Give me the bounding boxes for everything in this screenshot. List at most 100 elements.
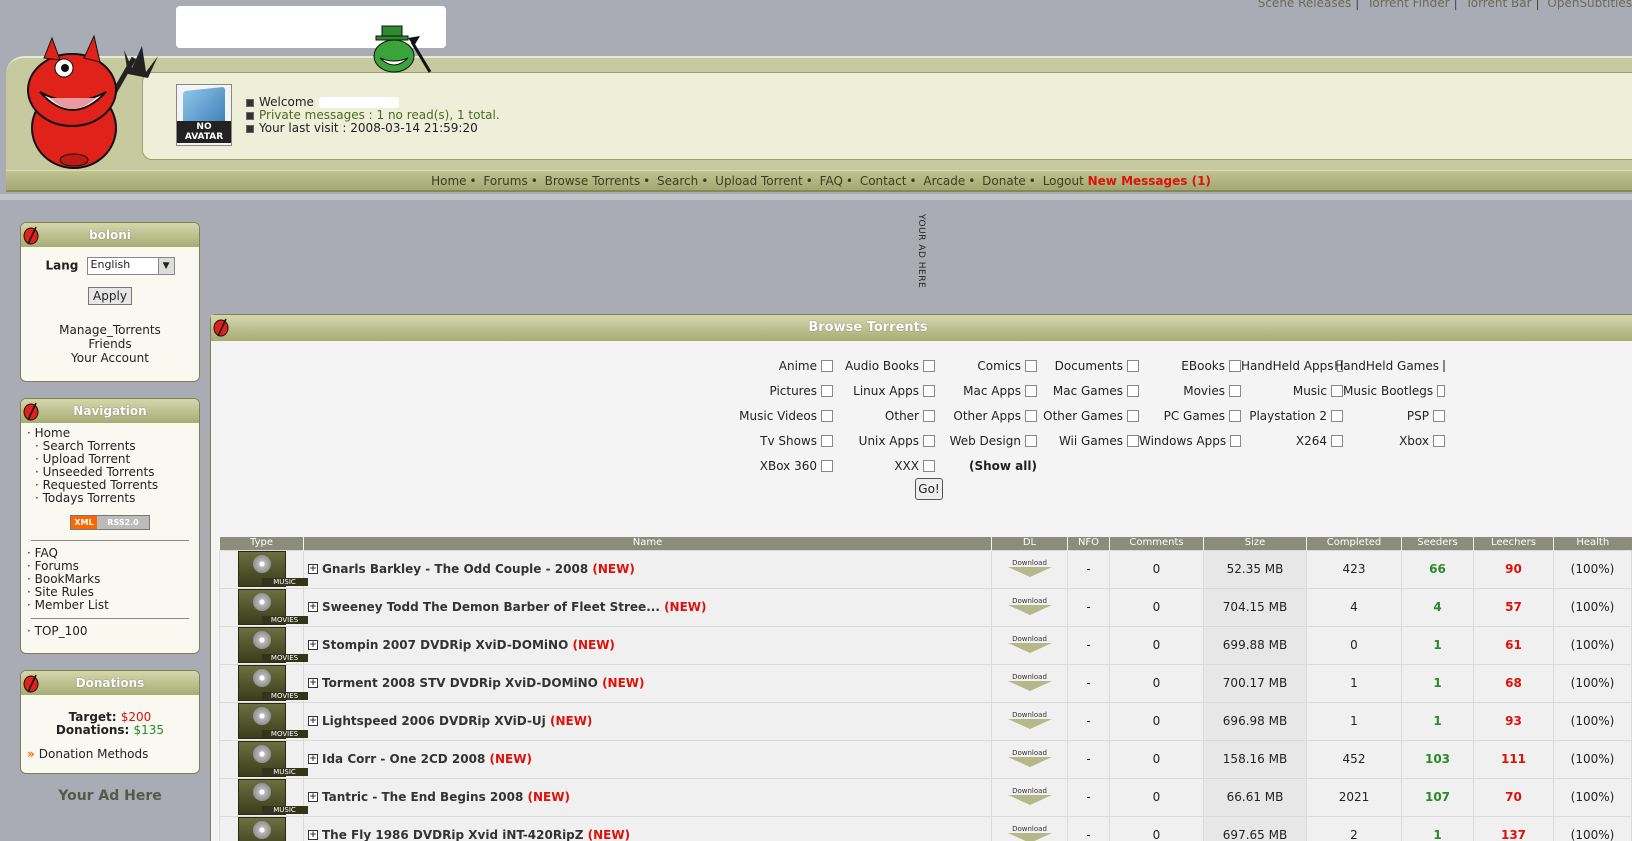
chevron-down-icon[interactable]: ▼	[157, 258, 174, 274]
show-all-link[interactable]: (Show all)	[935, 459, 1037, 473]
nav-browse-torrents[interactable]: Browse Torrents	[545, 174, 640, 188]
toplink-torrent-bar[interactable]: Torrent Bar	[1465, 0, 1531, 10]
category-checkbox[interactable]	[1229, 359, 1241, 372]
category-checkbox[interactable]	[1230, 434, 1241, 447]
category-x264[interactable]: X264	[1241, 434, 1343, 448]
category-checkbox[interactable]	[923, 459, 935, 472]
category-checkbox[interactable]	[1025, 359, 1037, 372]
category-checkbox[interactable]	[1127, 409, 1139, 422]
torrent-name-link[interactable]: Sweeney Todd The Demon Barber of Fleet S…	[322, 600, 660, 614]
movies-category-icon[interactable]: MOVIES	[237, 665, 308, 701]
download-button[interactable]: Download	[1007, 787, 1052, 807]
expand-icon[interactable]: +	[308, 602, 318, 612]
seeders-cell[interactable]: 66	[1401, 549, 1474, 589]
toplink-torrent-finder[interactable]: Torrent Finder	[1367, 0, 1449, 10]
download-button[interactable]: Download	[1007, 597, 1052, 617]
type-cell[interactable]: MOVIES	[219, 587, 308, 627]
navlink-top-100[interactable]: · TOP_100	[27, 625, 193, 638]
donation-methods-link[interactable]: » Donation Methods	[21, 737, 199, 761]
type-cell[interactable]: MUSIC	[219, 549, 308, 589]
music-category-icon[interactable]: MUSIC	[237, 779, 308, 815]
category-anime[interactable]: Anime	[731, 359, 833, 373]
category-checkbox[interactable]	[1433, 434, 1445, 447]
link-manage-torrents[interactable]: Manage_Torrents	[21, 323, 199, 337]
col-leechers[interactable]: Leechers	[1473, 537, 1554, 550]
go-button[interactable]: Go!	[915, 478, 943, 500]
download-button[interactable]: Download	[1007, 635, 1052, 655]
download-button[interactable]: Download	[1007, 711, 1052, 731]
nav-contact[interactable]: Contact	[860, 174, 907, 188]
category-movies[interactable]: Movies	[1139, 384, 1241, 398]
nav-arcade[interactable]: Arcade	[923, 174, 965, 188]
expand-icon[interactable]: +	[308, 640, 318, 650]
leechers-cell[interactable]: 111	[1473, 739, 1554, 779]
seeders-cell[interactable]: 107	[1401, 777, 1474, 817]
navlink-todays-torrents[interactable]: · Todays Torrents	[27, 492, 193, 505]
category-wii-games[interactable]: Wii Games	[1037, 434, 1139, 448]
comments-cell[interactable]: 0	[1109, 549, 1204, 589]
expand-icon[interactable]: +	[308, 792, 318, 802]
category-music-bootlegs[interactable]: Music Bootlegs	[1343, 384, 1445, 398]
navlink-member-list[interactable]: · Member List	[27, 599, 193, 612]
music-category-icon[interactable]: MUSIC	[237, 551, 308, 587]
ad-banner-text[interactable]: YOUR AD HERE	[916, 214, 926, 288]
leechers-cell[interactable]: 68	[1473, 663, 1554, 703]
torrent-name-link[interactable]: Ida Corr - One 2CD 2008	[322, 752, 485, 766]
category-checkbox[interactable]	[821, 384, 833, 397]
category-checkbox[interactable]	[1025, 384, 1037, 397]
expand-icon[interactable]: +	[308, 830, 318, 840]
category-checkbox[interactable]	[821, 359, 833, 372]
type-cell[interactable]: MOVIES	[219, 815, 304, 841]
category-checkbox[interactable]	[1229, 409, 1241, 422]
comments-cell[interactable]: 0	[1109, 701, 1204, 741]
category-psp[interactable]: PSP	[1343, 409, 1445, 423]
nav-faq[interactable]: FAQ	[820, 174, 843, 188]
category-xbox[interactable]: Xbox	[1343, 434, 1445, 448]
category-ebooks[interactable]: EBooks	[1139, 359, 1241, 373]
nav-donate[interactable]: Donate	[982, 174, 1026, 188]
your-ad-here[interactable]: Your Ad Here	[20, 788, 200, 804]
torrent-name-link[interactable]: Torment 2008 STV DVDRip XviD-DOMiNO	[322, 676, 598, 690]
link-friends[interactable]: Friends	[21, 337, 199, 351]
torrent-name-link[interactable]: Gnarls Barkley - The Odd Couple - 2008	[322, 562, 588, 576]
leechers-cell[interactable]: 137	[1473, 815, 1554, 841]
category-checkbox[interactable]	[1025, 434, 1037, 447]
leechers-cell[interactable]: 57	[1473, 587, 1554, 627]
category-mac-games[interactable]: Mac Games	[1037, 384, 1139, 398]
type-cell[interactable]: MOVIES	[219, 701, 308, 741]
comments-cell[interactable]: 0	[1109, 815, 1204, 841]
seeders-cell[interactable]: 4	[1401, 587, 1474, 627]
nav-upload-torrent[interactable]: Upload Torrent	[715, 174, 803, 188]
col-type[interactable]: Type	[219, 537, 304, 550]
category-checkbox[interactable]	[1127, 384, 1139, 397]
category-mac-apps[interactable]: Mac Apps	[935, 384, 1037, 398]
comments-cell[interactable]: 0	[1109, 587, 1204, 627]
category-checkbox[interactable]	[1443, 359, 1445, 372]
category-documents[interactable]: Documents	[1037, 359, 1139, 373]
category-other-games[interactable]: Other Games	[1037, 409, 1139, 423]
category-comics[interactable]: Comics	[935, 359, 1037, 373]
toplink-scene-releases[interactable]: Scene Releases	[1258, 0, 1352, 10]
category-checkbox[interactable]	[821, 459, 833, 472]
seeders-cell[interactable]: 1	[1401, 663, 1474, 703]
comments-cell[interactable]: 0	[1109, 777, 1204, 817]
comments-cell[interactable]: 0	[1109, 625, 1204, 665]
category-music[interactable]: Music	[1241, 384, 1343, 398]
category-web-design[interactable]: Web Design	[935, 434, 1037, 448]
nav-new-messages[interactable]: New Messages (1)	[1088, 174, 1211, 188]
movies-category-icon[interactable]: MOVIES	[237, 703, 308, 739]
category-checkbox[interactable]	[1331, 434, 1343, 447]
expand-icon[interactable]: +	[308, 716, 318, 726]
col-size[interactable]: Size	[1203, 537, 1307, 550]
category-checkbox[interactable]	[1433, 409, 1445, 422]
torrent-name-link[interactable]: The Fly 1986 DVDRip Xvid iNT-420RipZ	[322, 828, 583, 841]
category-handheld-apps[interactable]: HandHeld Apps	[1241, 359, 1343, 373]
category-playstation-2[interactable]: Playstation 2	[1241, 409, 1343, 423]
category-other-apps[interactable]: Other Apps	[935, 409, 1037, 423]
category-checkbox[interactable]	[1331, 384, 1343, 397]
category-checkbox[interactable]	[923, 384, 935, 397]
category-checkbox[interactable]	[923, 434, 935, 447]
movies-category-icon[interactable]: MOVIES	[237, 817, 286, 841]
category-checkbox[interactable]	[821, 409, 833, 422]
category-other[interactable]: Other	[833, 409, 935, 423]
